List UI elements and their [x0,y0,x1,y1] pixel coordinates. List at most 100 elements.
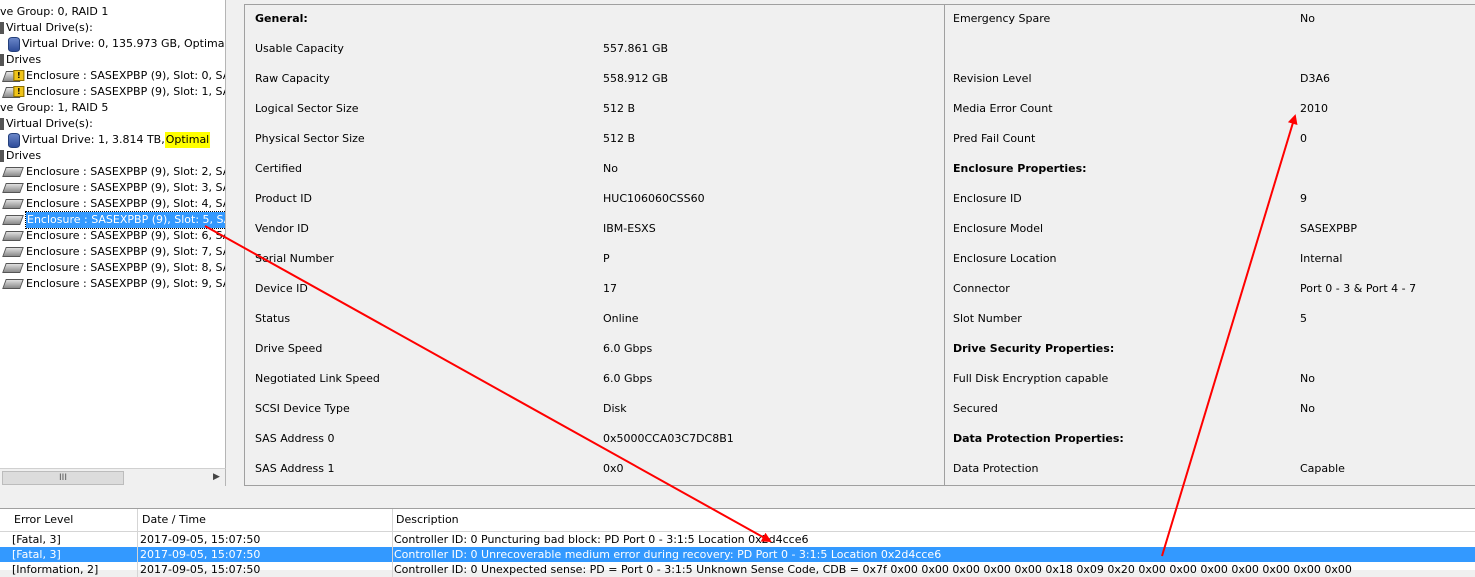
tree-item-label: Enclosure : SASEXPBP (9), Slot: 9, SAS, … [26,277,225,290]
drive-icon [2,263,24,273]
column-header-date-time[interactable]: Date / Time [138,509,393,531]
property-row: Full Disk Encryption capable No [245,371,1475,387]
tree-item-label: Enclosure : SASEXPBP (9), Slot: 1, SAS, … [26,85,225,98]
log-row[interactable]: [Information, 2] 2017-09-05, 15:07:50 Cont… [0,562,1475,577]
tree-item[interactable]: ve Group: 0, RAID 1 [0,4,108,20]
property-row: Enclosure Properties: [245,161,1475,177]
property-value: 2010 [1300,102,1328,115]
drive-icon [2,279,24,289]
event-log-table[interactable]: Error Level Date / Time Description [Fat… [0,508,1475,577]
tree-item-label: Virtual Drive(s): [6,117,93,130]
tree-item[interactable]: Enclosure : SASEXPBP (9), Slot: 9, SAS, … [2,276,225,292]
log-cell-description: Controller ID: 0 Unrecoverable medium er… [394,548,942,561]
tree-item[interactable]: Enclosure : SASEXPBP (9), Slot: 3, SAS, … [2,180,225,196]
property-row: Enclosure Location Internal [245,251,1475,267]
property-key: Revision Level [953,72,1032,85]
section-heading: Drive Security Properties: [953,342,1115,355]
property-key: Media Error Count [953,102,1053,115]
tree-branch-icon [0,22,4,34]
tree-item-label: Virtual Drive: 1, 3.814 TB, [22,133,165,146]
tree-item-label: Drives [6,149,42,162]
virtual-drive-icon [8,132,20,148]
log-row[interactable]: [Fatal, 3] 2017-09-05, 15:07:50 Controller… [0,532,1475,547]
tree-item[interactable]: Virtual Drive: 0, 135.973 GB, Optimal [6,36,225,52]
property-row: Enclosure ID 9 [245,191,1475,207]
tree-item-label: Virtual Drive(s): [6,21,93,34]
drive-icon [2,183,24,193]
log-cell-time: 2017-09-05, 15:07:50 [138,562,393,577]
property-key: Data Protection [953,462,1039,475]
properties-grid: General: Usable Capacity 557.861 GB Raw Cap… [244,4,1475,486]
property-row: Data Protection Capable [245,461,1475,477]
property-key: Enclosure Model [953,222,1044,235]
property-row: Emergency Spare No [245,11,1475,27]
tree-item-label: ve Group: 0, RAID 1 [0,5,109,18]
drive-icon [2,199,24,209]
log-cell-level: [Fatal, 3] [10,532,138,547]
tree-item[interactable]: Enclosure : SASEXPBP (9), Slot: 2, SAS, … [2,164,225,180]
drive-icon [2,215,24,225]
tree-item[interactable]: Enclosure : SASEXPBP (9), Slot: 0, SAS, … [1,68,225,84]
device-tree[interactable]: ve Group: 0, RAID 1 Virtual Drive(s): Virt… [0,0,226,468]
log-cell-level: [Information, 2] [10,562,138,577]
property-value: Internal [1300,252,1343,265]
property-value: No [1300,372,1315,385]
property-value: Capable [1300,462,1345,475]
tree-item[interactable]: ve Group: 1, RAID 5 [0,100,108,116]
drive-warning-icon [1,86,25,98]
tree-item[interactable]: Virtual Drive(s): [0,20,93,36]
property-key: Pred Fail Count [953,132,1036,145]
tree-branch-icon [0,118,4,130]
tree-item[interactable]: Enclosure : SASEXPBP (9), Slot: 4, SAS, … [2,196,225,212]
virtual-drive-icon [8,36,20,52]
tree-item-label: Enclosure : SASEXPBP (9), Slot: 8, SAS, … [26,261,225,274]
tree-item[interactable]: Enclosure : SASEXPBP (9), Slot: 7, SAS, … [2,244,225,260]
section-heading: Data Protection Properties: [953,432,1124,445]
log-cell-time: 2017-09-05, 15:07:50 [138,547,393,562]
property-row: Slot Number 5 [245,311,1475,327]
scrollbar-thumb[interactable]: III [2,471,124,485]
property-row: Media Error Count 2010 [245,101,1475,117]
property-key: Connector [953,282,1010,295]
column-header-error-level[interactable]: Error Level [10,509,138,531]
tree-item[interactable]: Enclosure : SASEXPBP (9), Slot: 1, SAS, … [1,84,225,100]
log-cell-time: 2017-09-05, 15:07:50 [138,532,393,547]
log-cell-description: Controller ID: 0 Unexpected sense: PD = … [394,563,1352,576]
property-key: Emergency Spare [953,12,1051,25]
tree-item-label: Drives [6,53,42,66]
property-value: 5 [1300,312,1307,325]
tree-item[interactable]: Drives [0,52,41,68]
tree-item[interactable]: Enclosure : SASEXPBP (9), Slot: 8, SAS, … [2,260,225,276]
drive-icon [2,167,24,177]
property-value: Port 0 - 3 & Port 4 - 7 [1300,282,1417,295]
tree-item-label: Enclosure : SASEXPBP (9), Slot: 7, SAS, … [26,245,225,258]
tree-branch-icon [0,54,4,66]
property-row: Pred Fail Count 0 [245,131,1475,147]
tree-item-label: Enclosure : SASEXPBP (9), Slot: 4, SAS, … [26,197,225,210]
property-row: Connector Port 0 - 3 & Port 4 - 7 [245,281,1475,297]
tree-item[interactable]: Enclosure : SASEXPBP (9), Slot: 6, SAS, … [2,228,225,244]
property-value: 9 [1300,192,1307,205]
property-row: Enclosure Model SASEXPBP [245,221,1475,237]
drive-icon [2,247,24,257]
tree-item-label: Enclosure : SASEXPBP (9), Slot: 6, SAS, … [26,229,225,242]
properties-panel: General: Usable Capacity 557.861 GB Raw Cap… [236,0,1475,486]
tree-item[interactable]: Virtual Drive(s): [0,116,93,132]
tree-branch-icon [0,150,4,162]
log-table-header: Error Level Date / Time Description [0,509,1475,532]
property-value: D3A6 [1300,72,1330,85]
log-row[interactable]: [Fatal, 3] 2017-09-05, 15:07:50 Controller… [0,547,1475,562]
property-row: Drive Security Properties: [245,341,1475,357]
log-cell-description: Controller ID: 0 Puncturing bad block: P… [394,533,809,546]
property-key: Enclosure ID [953,192,1022,205]
tree-item[interactable]: Enclosure : SASEXPBP (9), Slot: 5, SAS, … [2,211,225,229]
tree-item-label: Enclosure : SASEXPBP (9), Slot: 2, SAS, … [26,165,225,178]
tree-item[interactable]: Virtual Drive: 1, 3.814 TB, Optimal [6,132,211,148]
property-value: No [1300,12,1315,25]
scroll-right-arrow-icon[interactable]: ▶ [210,471,223,483]
tree-horizontal-scrollbar[interactable]: III ▶ [0,468,226,486]
column-header-description[interactable]: Description [392,509,1475,531]
section-heading: Enclosure Properties: [953,162,1087,175]
property-row: Secured No [245,401,1475,417]
tree-item[interactable]: Drives [0,148,41,164]
